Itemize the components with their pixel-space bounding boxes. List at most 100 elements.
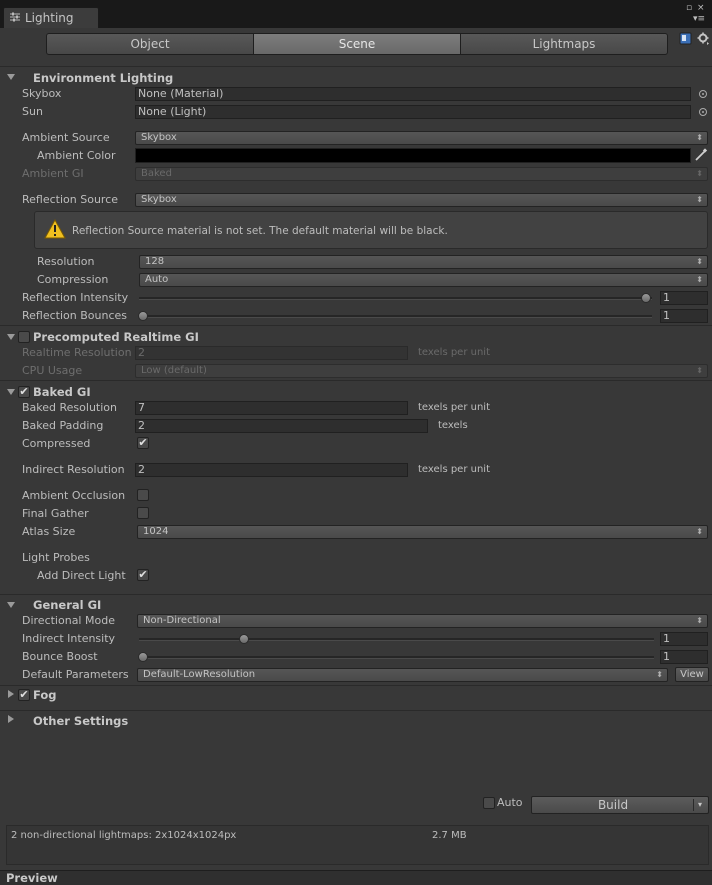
- tab-menu-icon[interactable]: ▾≡: [693, 14, 705, 24]
- fog-checkbox[interactable]: ✔: [18, 689, 30, 701]
- compression-dropdown[interactable]: Auto ⬍: [139, 273, 708, 287]
- foldout-expanded-icon[interactable]: [7, 74, 15, 80]
- indirect-intensity-slider-thumb[interactable]: [239, 634, 249, 644]
- resolution-dropdown[interactable]: 128 ⬍: [139, 255, 708, 269]
- window-tab-title: Lighting: [25, 11, 74, 25]
- ambient-gi-label: Ambient GI: [22, 167, 84, 180]
- maximize-icon[interactable]: ▫: [686, 3, 692, 13]
- view-button[interactable]: View: [675, 667, 709, 682]
- baked-resolution-field[interactable]: 7: [135, 401, 408, 415]
- section-header-general-gi[interactable]: General GI: [33, 598, 101, 612]
- bounce-boost-field[interactable]: 1: [660, 650, 708, 664]
- object-picker-icon[interactable]: [699, 108, 707, 116]
- reflection-source-label: Reflection Source: [22, 193, 119, 206]
- resolution-value: 128: [145, 256, 165, 267]
- compression-label: Compression: [37, 273, 109, 286]
- section-header-other-settings[interactable]: Other Settings: [33, 714, 128, 728]
- foldout-expanded-icon[interactable]: [7, 334, 15, 340]
- reflection-intensity-field[interactable]: 1: [660, 291, 708, 305]
- bounce-boost-slider-thumb[interactable]: [138, 652, 148, 662]
- preview-label: Preview: [6, 871, 58, 885]
- ambient-source-value: Skybox: [141, 132, 177, 143]
- compressed-checkbox[interactable]: ✔: [137, 437, 149, 449]
- reflection-intensity-slider-track[interactable]: [139, 297, 652, 300]
- reflection-bounces-label: Reflection Bounces: [22, 309, 127, 322]
- tab-object-label: Object: [130, 37, 170, 51]
- gear-icon[interactable]: [697, 32, 710, 45]
- section-header-baked-gi[interactable]: Baked GI: [33, 385, 91, 399]
- build-button[interactable]: Build ▾: [531, 796, 709, 814]
- help-book-icon[interactable]: [679, 32, 692, 45]
- realtime-resolution-field: 2: [135, 346, 408, 360]
- ambient-source-label: Ambient Source: [22, 131, 110, 144]
- cpu-usage-value: Low (default): [141, 365, 207, 376]
- skybox-label: Skybox: [22, 87, 62, 100]
- section-header-fog[interactable]: Fog: [33, 688, 57, 702]
- section-divider: [0, 380, 712, 381]
- auto-checkbox[interactable]: [483, 797, 495, 809]
- sun-field[interactable]: None (Light): [135, 105, 691, 119]
- warning-icon: [44, 219, 66, 239]
- baked-padding-field[interactable]: 2: [135, 419, 428, 433]
- ambient-occlusion-checkbox[interactable]: [137, 489, 149, 501]
- section-divider: [0, 594, 712, 595]
- indirect-intensity-slider-track[interactable]: [139, 638, 654, 641]
- ambient-gi-value: Baked: [141, 168, 172, 179]
- dropdown-arrows-icon: ⬍: [696, 169, 703, 178]
- section-divider: [0, 66, 712, 67]
- realtime-gi-checkbox[interactable]: [18, 331, 30, 343]
- tab-object[interactable]: Object: [46, 33, 254, 55]
- warning-text: Reflection Source material is not set. T…: [72, 225, 448, 237]
- preview-bar[interactable]: [0, 870, 712, 885]
- reflection-source-dropdown[interactable]: Skybox ⬍: [135, 193, 708, 207]
- atlas-size-dropdown[interactable]: 1024 ⬍: [137, 525, 708, 539]
- build-menu-arrow-icon[interactable]: ▾: [698, 797, 702, 813]
- section-divider: [0, 710, 712, 711]
- baked-gi-checkbox[interactable]: ✔: [18, 386, 30, 398]
- reflection-intensity-slider-thumb[interactable]: [641, 293, 651, 303]
- foldout-collapsed-icon[interactable]: [8, 690, 14, 698]
- close-window-icon[interactable]: ×: [697, 3, 705, 13]
- cpu-usage-dropdown: Low (default) ⬍: [135, 364, 708, 378]
- dropdown-arrows-icon: ⬍: [696, 133, 703, 142]
- add-direct-light-label: Add Direct Light: [37, 569, 126, 582]
- cpu-usage-label: CPU Usage: [22, 364, 83, 377]
- indirect-resolution-label: Indirect Resolution: [22, 463, 125, 476]
- tab-scene-label: Scene: [338, 37, 376, 51]
- indirect-resolution-field[interactable]: 2: [135, 463, 408, 477]
- foldout-expanded-icon[interactable]: [7, 389, 15, 395]
- build-split-divider: [693, 799, 694, 811]
- foldout-collapsed-icon[interactable]: [8, 715, 14, 723]
- dropdown-arrows-icon: ⬍: [656, 670, 663, 679]
- eyedropper-icon[interactable]: [694, 148, 708, 162]
- final-gather-checkbox[interactable]: [137, 507, 149, 519]
- tab-lightmaps[interactable]: Lightmaps: [460, 33, 668, 55]
- sun-label: Sun: [22, 105, 43, 118]
- add-direct-light-checkbox[interactable]: ✔: [137, 569, 149, 581]
- ambient-occlusion-label: Ambient Occlusion: [22, 489, 126, 502]
- reflection-bounces-slider-thumb[interactable]: [138, 311, 148, 321]
- reflection-bounces-slider-track[interactable]: [139, 315, 652, 318]
- directional-mode-dropdown[interactable]: Non-Directional ⬍: [137, 614, 708, 628]
- tab-scene[interactable]: Scene: [253, 33, 461, 55]
- reflection-bounces-field[interactable]: 1: [660, 309, 708, 323]
- indirect-resolution-unit: texels per unit: [418, 464, 490, 475]
- dropdown-arrows-icon: ⬍: [696, 527, 703, 536]
- bounce-boost-slider-track[interactable]: [139, 656, 654, 659]
- foldout-expanded-icon[interactable]: [7, 602, 15, 608]
- realtime-resolution-unit: texels per unit: [418, 347, 490, 358]
- tab-lightmaps-label: Lightmaps: [532, 37, 596, 51]
- default-parameters-dropdown[interactable]: Default-LowResolution ⬍: [137, 668, 668, 682]
- object-picker-icon[interactable]: [699, 90, 707, 98]
- baked-padding-unit: texels: [438, 420, 468, 431]
- skybox-field[interactable]: None (Material): [135, 87, 691, 101]
- ambient-color-label: Ambient Color: [37, 149, 116, 162]
- section-header-realtime-gi[interactable]: Precomputed Realtime GI: [33, 330, 199, 344]
- dropdown-arrows-icon: ⬍: [696, 275, 703, 284]
- ambient-source-dropdown[interactable]: Skybox ⬍: [135, 131, 708, 145]
- baked-resolution-unit: texels per unit: [418, 402, 490, 413]
- indirect-intensity-field[interactable]: 1: [660, 632, 708, 646]
- section-header-environment[interactable]: Environment Lighting: [33, 71, 173, 85]
- ambient-color-swatch[interactable]: [135, 148, 691, 163]
- lighting-window-icon: [10, 12, 20, 22]
